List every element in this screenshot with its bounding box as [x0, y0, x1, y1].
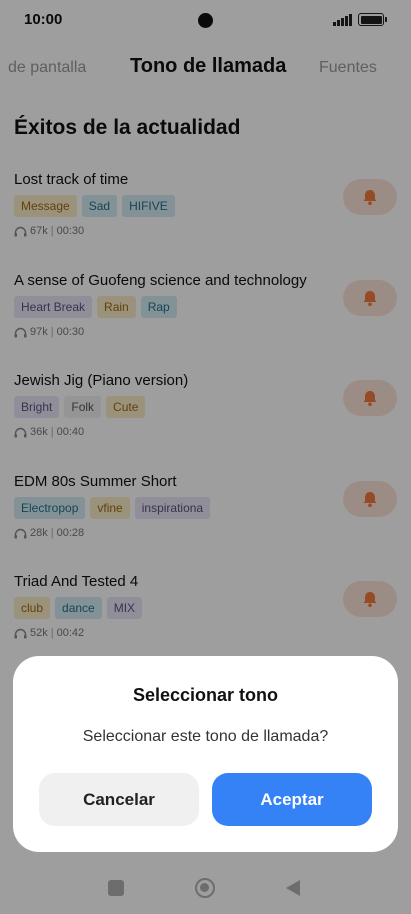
accept-button[interactable]: Aceptar: [212, 773, 372, 826]
recents-icon[interactable]: [108, 880, 124, 896]
select-ringtone-dialog: Seleccionar tono Seleccionar este tono d…: [13, 656, 398, 852]
back-icon[interactable]: [286, 880, 300, 896]
navigation-bar: [0, 860, 411, 914]
cancel-button[interactable]: Cancelar: [39, 773, 199, 826]
dialog-message: Seleccionar este tono de llamada?: [82, 728, 329, 745]
home-icon[interactable]: [195, 878, 215, 898]
dialog-title: Seleccionar tono: [132, 685, 279, 705]
